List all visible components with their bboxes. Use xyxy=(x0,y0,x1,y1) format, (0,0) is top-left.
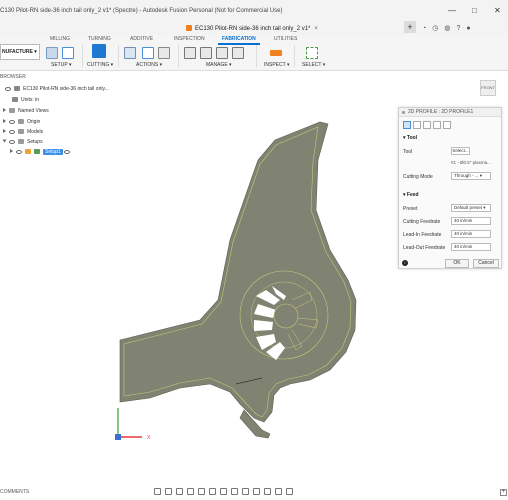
cancel-button[interactable]: Cancel xyxy=(473,259,499,268)
cutting-feedrate-input[interactable]: 40 in/min xyxy=(451,217,491,225)
tool-description: #1 - Ø0.5" plasma... xyxy=(451,160,491,165)
section-icon[interactable] xyxy=(253,488,260,495)
tool-label: Tool xyxy=(403,149,413,155)
cutting-feedrate-label: Cutting Feedrate xyxy=(403,219,441,225)
visual-style-icon[interactable] xyxy=(275,488,282,495)
tab-heights[interactable] xyxy=(423,121,431,129)
section-feed-header[interactable]: ▾ Feed xyxy=(403,192,419,198)
leadin-feedrate-label: Lead-In Feedrate xyxy=(403,232,442,238)
look-at-icon[interactable] xyxy=(165,488,172,495)
origin-marker xyxy=(115,434,121,440)
info-icon[interactable]: i xyxy=(402,260,408,266)
cutting-mode-label: Cutting Mode xyxy=(403,174,433,180)
x-axis-label: X xyxy=(147,435,151,441)
cutting-mode-select[interactable]: Through - ... ▾ xyxy=(451,172,491,180)
zoom-icon[interactable] xyxy=(187,488,194,495)
section-tool-header[interactable]: ▾ Tool xyxy=(403,135,417,141)
comments-label: COMMENTS xyxy=(0,489,30,495)
2d-profile-dialog: 2D PROFILE : 2D PROFILE1 ▾ Tool Tool Sel… xyxy=(398,107,502,269)
dialog-title: 2D PROFILE : 2D PROFILE1 xyxy=(408,109,474,115)
viewports-icon[interactable] xyxy=(231,488,238,495)
dialog-grip-icon xyxy=(402,111,405,114)
leadin-feedrate-input[interactable]: 40 in/min xyxy=(451,230,491,238)
orbit-icon[interactable] xyxy=(154,488,161,495)
dialog-title-bar[interactable]: 2D PROFILE : 2D PROFILE1 xyxy=(399,108,501,117)
selection-filter-icon[interactable] xyxy=(264,488,271,495)
tab-passes[interactable] xyxy=(433,121,441,129)
tab-tool[interactable] xyxy=(403,121,411,129)
leadout-feedrate-input[interactable]: 40 in/min xyxy=(451,243,491,251)
navigation-bar xyxy=(154,488,297,498)
preset-label: Preset xyxy=(403,206,418,212)
add-comment-button[interactable]: + xyxy=(500,489,507,496)
tail-boom-part xyxy=(119,121,357,423)
display-settings-icon[interactable] xyxy=(209,488,216,495)
tab-linking[interactable] xyxy=(443,121,451,129)
ok-button[interactable]: OK xyxy=(445,259,469,268)
fit-icon[interactable] xyxy=(198,488,205,495)
tool-select-button[interactable]: Select... xyxy=(451,147,470,155)
pan-icon[interactable] xyxy=(176,488,183,495)
effects-icon[interactable] xyxy=(286,488,293,495)
fan-hub xyxy=(273,303,299,329)
comments-panel-header[interactable]: COMMENTS xyxy=(0,489,29,495)
simulation-icon[interactable] xyxy=(242,488,249,495)
dialog-tabs xyxy=(403,121,453,130)
leadout-feedrate-label: Lead-Out Feedrate xyxy=(403,245,446,251)
grid-icon[interactable] xyxy=(220,488,227,495)
preset-select[interactable]: Default preset ▾ xyxy=(451,204,491,212)
tab-geometry[interactable] xyxy=(413,121,421,129)
